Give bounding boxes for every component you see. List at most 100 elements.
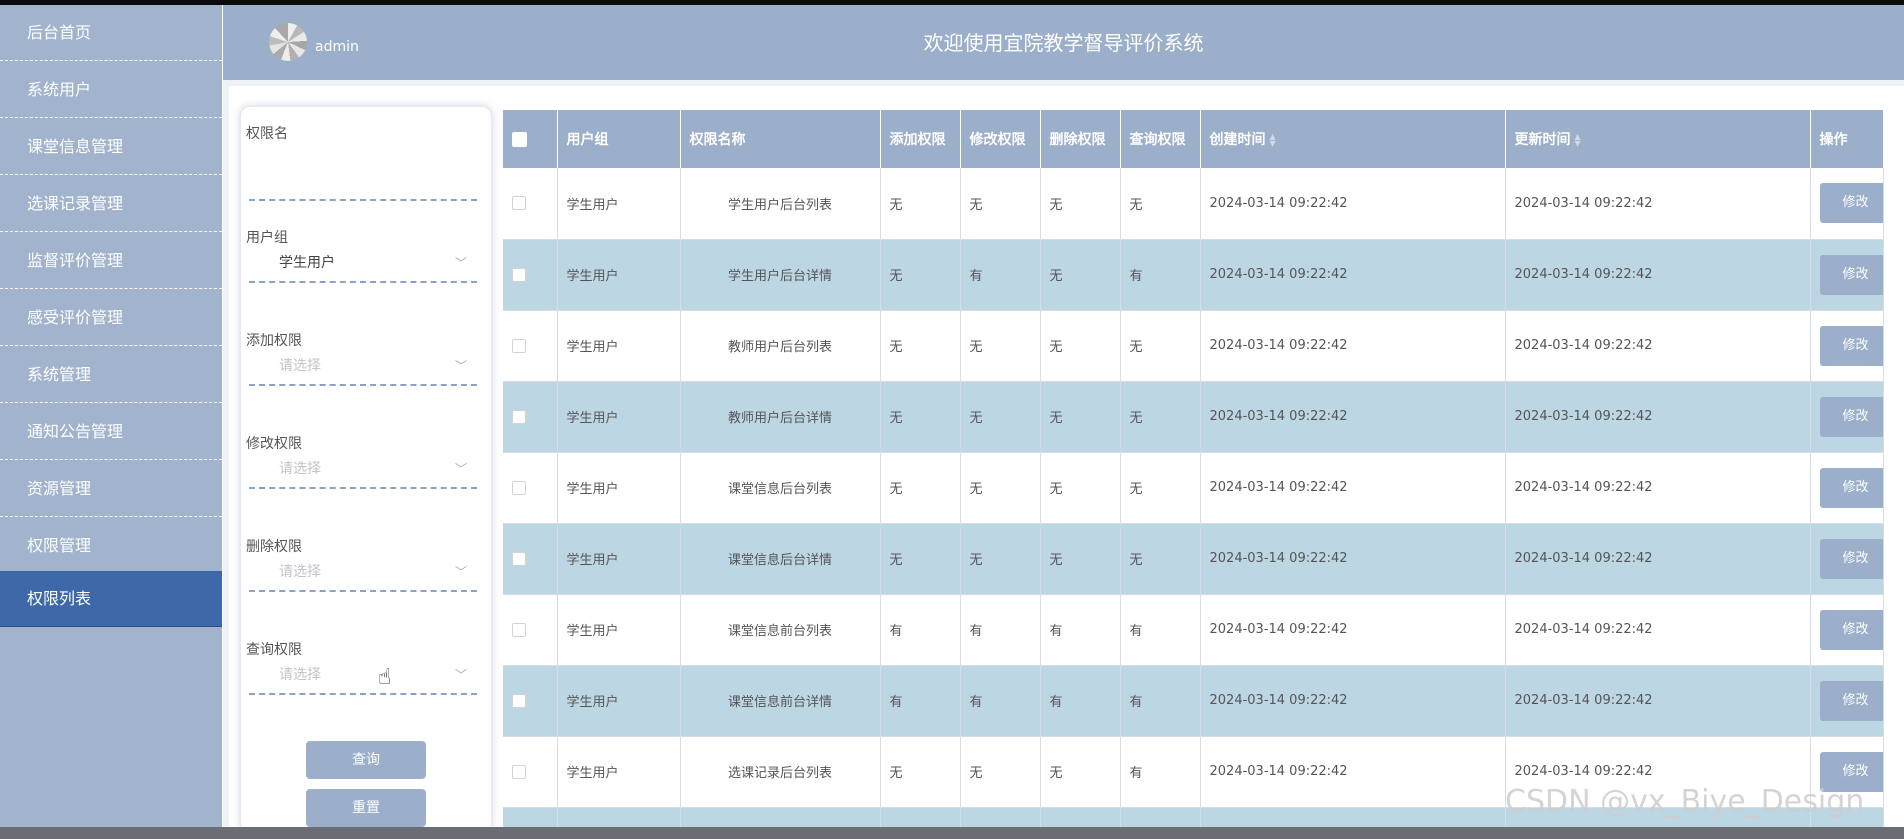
sidebar-item-class-info[interactable]: 课堂信息管理 — [0, 119, 222, 175]
sidebar-item-system-users[interactable]: 系统用户 — [0, 62, 222, 118]
cell-perm-name: 课堂信息前台列表 — [680, 594, 881, 666]
cell-delete: 无 — [1040, 168, 1121, 240]
edit-button[interactable]: 修改 — [1819, 325, 1882, 366]
cell-created: 2024-03-14 09:22:42 — [1200, 381, 1506, 453]
row-select-cell[interactable] — [503, 523, 558, 595]
row-checkbox[interactable] — [512, 693, 526, 708]
cell-add: 有 — [880, 665, 961, 737]
edit-button[interactable]: 修改 — [1819, 467, 1882, 508]
row-select-cell[interactable] — [503, 452, 558, 524]
row-select-cell[interactable] — [503, 594, 558, 666]
cell-delete: 无 — [1040, 381, 1121, 453]
edit-perm-label: 修改权限 — [246, 436, 302, 452]
sidebar-item-home[interactable]: 后台首页 — [0, 5, 222, 61]
row-select-cell[interactable] — [503, 736, 558, 808]
table-row: 学生用户 课堂信息前台列表 有 有 有 有 2024-03-14 09:22:4… — [503, 594, 1884, 666]
col-header-updated[interactable]: 更新时间 ▲ ▼ — [1505, 110, 1811, 168]
sort-icon[interactable]: ▲ ▼ — [1575, 133, 1581, 148]
table-row: 学生用户 学生用户后台详情 无 有 无 有 2024-03-14 09:22:4… — [503, 239, 1884, 311]
sidebar-item-notices[interactable]: 通知公告管理 — [0, 404, 222, 460]
perm-name-input[interactable] — [249, 163, 477, 201]
query-perm-select[interactable]: 请选择 ﹀ — [249, 657, 477, 695]
table-row: 学生用户 教师用户后台详情 无 无 无 无 2024-03-14 09:22:4… — [503, 381, 1884, 453]
edit-button[interactable]: 修改 — [1819, 538, 1882, 579]
cell-add: 有 — [880, 594, 961, 666]
sidebar-item-supervision-eval[interactable]: 监督评价管理 — [0, 233, 222, 289]
add-perm-label: 添加权限 — [246, 333, 302, 349]
add-perm-select[interactable]: 请选择 ﹀ — [249, 348, 477, 386]
filter-panel: 权限名 用户组 学生用户 ﹀ 添加权限 请选择 ﹀ 修改权限 请选择 ﹀ 删除权… — [240, 106, 492, 833]
edit-perm-select[interactable]: 请选择 ﹀ — [249, 451, 477, 489]
permission-table-wrap: 用户组 权限名称 添加权限 修改权限 删除权限 查询权限 创建时间 ▲ ▼ 更新时间… — [503, 110, 1904, 827]
table-row: 学生用户 课堂信息后台详情 无 无 无 无 2024-03-14 09:22:4… — [503, 523, 1884, 595]
updated-header-label: 更新时间 — [1514, 132, 1571, 148]
edit-button[interactable]: 修改 — [1819, 609, 1882, 650]
sidebar-item-permissions[interactable]: 权限管理 — [0, 518, 222, 574]
col-header-add: 添加权限 — [880, 110, 961, 168]
sidebar-item-course-records[interactable]: 选课记录管理 — [0, 176, 222, 232]
cell-perm-name: 选课记录后台列表 — [680, 736, 881, 808]
row-select-cell[interactable] — [503, 665, 558, 737]
cell-created: 2024-03-14 09:22:42 — [1200, 239, 1506, 311]
edit-button[interactable]: 修改 — [1819, 183, 1882, 224]
cell-action: 修改 — [1810, 168, 1884, 240]
group-select[interactable]: 学生用户 ﹀ — [249, 245, 477, 283]
cell-action: 修改 — [1810, 452, 1884, 524]
sidebar-item-feeling-eval[interactable]: 感受评价管理 — [0, 290, 222, 346]
cell-add: 无 — [880, 523, 961, 595]
select-all-checkbox[interactable] — [512, 131, 527, 147]
created-header-label: 创建时间 — [1209, 132, 1266, 148]
row-checkbox[interactable] — [512, 551, 526, 566]
row-checkbox[interactable] — [512, 196, 526, 211]
sidebar-item-system-admin[interactable]: 系统管理 — [0, 347, 222, 403]
cell-perm-name: 课堂信息前台详情 — [680, 665, 881, 737]
sidebar-item-permission-list[interactable]: 权限列表 — [0, 571, 222, 627]
cell-add: 无 — [880, 381, 961, 453]
row-checkbox[interactable] — [512, 409, 526, 424]
row-checkbox[interactable] — [512, 338, 526, 353]
cell-query: 无 — [1120, 452, 1201, 524]
row-checkbox[interactable] — [512, 622, 526, 637]
table-row: 学生用户 课堂信息后台列表 无 无 无 无 2024-03-14 09:22:4… — [503, 452, 1884, 524]
select-all-header[interactable] — [503, 110, 558, 168]
cell-edit: 有 — [960, 239, 1041, 311]
cell-created: 2024-03-14 09:22:42 — [1200, 452, 1506, 524]
delete-perm-select[interactable]: 请选择 ﹀ — [249, 554, 477, 592]
cell-add: 无 — [880, 239, 961, 311]
cell-query: 有 — [1120, 239, 1201, 311]
row-checkbox[interactable] — [512, 267, 526, 282]
row-select-cell[interactable] — [503, 807, 558, 827]
cell-created — [1200, 807, 1506, 827]
cell-created: 2024-03-14 09:22:42 — [1200, 736, 1506, 808]
search-button[interactable]: 查询 — [306, 741, 426, 779]
edit-button[interactable]: 修改 — [1819, 254, 1882, 295]
cell-query: 有 — [1120, 594, 1201, 666]
cell-updated: 2024-03-14 09:22:42 — [1505, 665, 1811, 737]
cell-edit: 无 — [960, 452, 1041, 524]
col-header-created[interactable]: 创建时间 ▲ ▼ — [1200, 110, 1506, 168]
cell-group: 学生用户 — [557, 381, 681, 453]
cell-edit: 有 — [960, 665, 1041, 737]
cell-updated: 2024-03-14 09:22:42 — [1505, 168, 1811, 240]
row-select-cell[interactable] — [503, 168, 558, 240]
cell-edit: 无 — [960, 736, 1041, 808]
sort-icon[interactable]: ▲ ▼ — [1270, 133, 1276, 148]
cell-updated: 2024-03-14 09:22:42 — [1505, 310, 1811, 382]
row-select-cell[interactable] — [503, 310, 558, 382]
cell-delete: 无 — [1040, 523, 1121, 595]
row-checkbox[interactable] — [512, 480, 526, 495]
cell-delete: 无 — [1040, 736, 1121, 808]
edit-button[interactable]: 修改 — [1819, 680, 1882, 721]
reset-button[interactable]: 重置 — [306, 789, 426, 827]
sidebar: 后台首页 系统用户 课堂信息管理 选课记录管理 监督评价管理 感受评价管理 系统… — [0, 5, 222, 827]
sidebar-item-resources[interactable]: 资源管理 — [0, 461, 222, 517]
row-select-cell[interactable] — [503, 381, 558, 453]
cell-updated: 2024-03-14 09:22:42 — [1505, 381, 1811, 453]
edit-button[interactable]: 修改 — [1819, 396, 1882, 437]
cell-action: 修改 — [1810, 594, 1884, 666]
row-select-cell[interactable] — [503, 239, 558, 311]
row-checkbox[interactable] — [512, 764, 526, 779]
cell-delete: 无 — [1040, 310, 1121, 382]
table-row: 学生用户 课堂信息前台详情 有 有 有 有 2024-03-14 09:22:4… — [503, 665, 1884, 737]
delete-perm-placeholder: 请选择 — [279, 564, 321, 580]
